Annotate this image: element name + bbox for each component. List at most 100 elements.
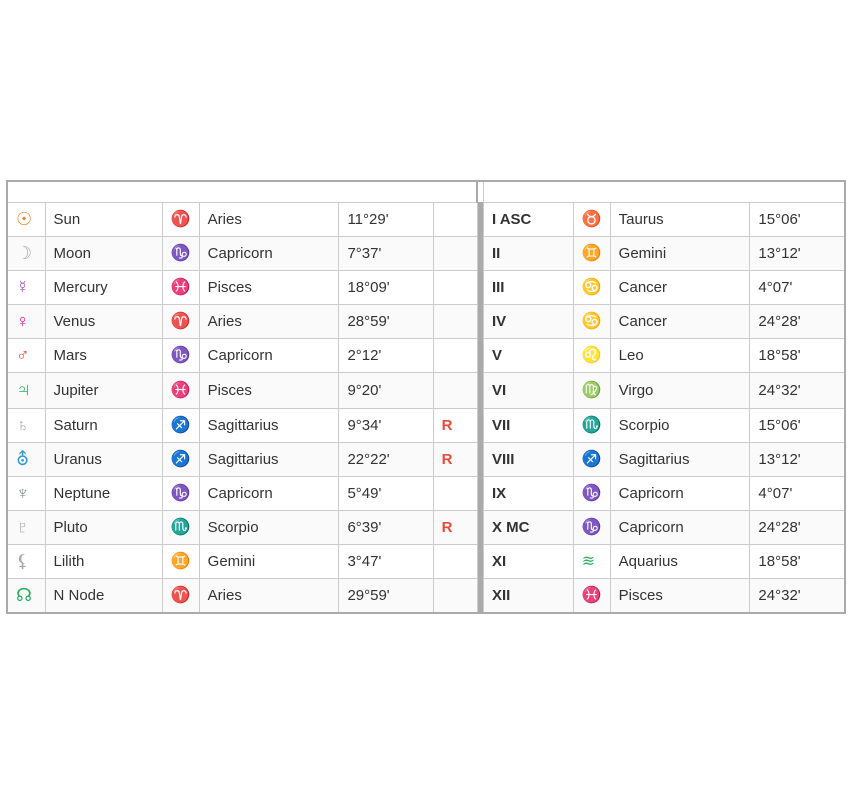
house-number: VIII bbox=[483, 442, 573, 476]
planet-name: Neptune bbox=[45, 476, 162, 510]
planet-degree: 2°12' bbox=[339, 338, 433, 372]
house-sign-name: Scorpio bbox=[610, 408, 750, 442]
planet-name: Uranus bbox=[45, 442, 162, 476]
planet-symbol-cell: ♆ bbox=[7, 476, 45, 510]
retro-indicator bbox=[433, 304, 477, 338]
planet-sign-name: Scorpio bbox=[199, 510, 339, 544]
house-sign-name: Aquarius bbox=[610, 544, 750, 578]
planet-sign-name: Aries bbox=[199, 578, 339, 613]
planet-sign-symbol: ♊ bbox=[171, 553, 191, 570]
house-sign-name: Cancer bbox=[610, 304, 750, 338]
planet-symbol-cell: ⚸ bbox=[7, 544, 45, 578]
planet-degree: 22°22' bbox=[339, 442, 433, 476]
planet-sign-symbol: ♓ bbox=[171, 279, 191, 296]
house-number: VI bbox=[483, 372, 573, 408]
house-sign-symbol: ≋ bbox=[582, 553, 595, 570]
planet-sign-symbol: ♐ bbox=[171, 417, 191, 434]
house-degree: 24°28' bbox=[750, 510, 845, 544]
planet-sign-symbol-cell: ♊ bbox=[162, 544, 199, 578]
house-degree: 13°12' bbox=[750, 442, 845, 476]
house-number: IX bbox=[483, 476, 573, 510]
house-sign-name: Cancer bbox=[610, 270, 750, 304]
house-sign-symbol: ♓ bbox=[582, 587, 602, 604]
retro-indicator: R bbox=[433, 510, 477, 544]
planet-symbol: ♂ bbox=[16, 345, 30, 365]
house-sign-symbol-cell: ♍ bbox=[573, 372, 610, 408]
house-sign-symbol-cell: ♊ bbox=[573, 236, 610, 270]
house-sign-symbol: ♌ bbox=[582, 347, 602, 364]
house-sign-name: Leo bbox=[610, 338, 750, 372]
planet-symbol-cell: ♀ bbox=[7, 304, 45, 338]
planet-sign-symbol-cell: ♐ bbox=[162, 442, 199, 476]
house-degree: 24°32' bbox=[750, 578, 845, 613]
house-sign-symbol-cell: ♉ bbox=[573, 202, 610, 236]
house-sign-name: Virgo bbox=[610, 372, 750, 408]
house-sign-name: Capricorn bbox=[610, 476, 750, 510]
planet-degree: 5°49' bbox=[339, 476, 433, 510]
planet-degree: 18°09' bbox=[339, 270, 433, 304]
retro-indicator bbox=[433, 544, 477, 578]
house-sign-name: Gemini bbox=[610, 236, 750, 270]
planet-symbol-cell: ☽ bbox=[7, 236, 45, 270]
retro-indicator bbox=[433, 270, 477, 304]
planet-name: Mars bbox=[45, 338, 162, 372]
planet-sign-name: Sagittarius bbox=[199, 408, 339, 442]
planet-symbol: ☿ bbox=[16, 277, 30, 297]
planet-symbol: ♇ bbox=[16, 517, 30, 537]
retro-indicator bbox=[433, 372, 477, 408]
planet-sign-symbol: ♑ bbox=[171, 347, 191, 364]
planet-name: Pluto bbox=[45, 510, 162, 544]
house-sign-symbol-cell: ♑ bbox=[573, 510, 610, 544]
house-number: IV bbox=[483, 304, 573, 338]
astrology-table: ☉Sun♈Aries11°29'I ASC♉Taurus15°06'☽Moon♑… bbox=[6, 180, 846, 614]
house-number: III bbox=[483, 270, 573, 304]
planet-sign-symbol: ♈ bbox=[171, 313, 191, 330]
retro-indicator bbox=[433, 338, 477, 372]
house-sign-symbol-cell: ≋ bbox=[573, 544, 610, 578]
planet-symbol: ⛢ bbox=[16, 449, 29, 469]
house-number: VII bbox=[483, 408, 573, 442]
house-degree: 15°06' bbox=[750, 408, 845, 442]
planet-name: Moon bbox=[45, 236, 162, 270]
planet-sign-symbol-cell: ♑ bbox=[162, 338, 199, 372]
planet-symbol-cell: ♂ bbox=[7, 338, 45, 372]
planet-sign-symbol-cell: ♑ bbox=[162, 476, 199, 510]
planet-degree: 9°34' bbox=[339, 408, 433, 442]
house-sign-symbol: ♍ bbox=[582, 382, 602, 399]
planet-name: Jupiter bbox=[45, 372, 162, 408]
retro-indicator: R bbox=[433, 408, 477, 442]
planet-symbol-cell: ⛢ bbox=[7, 442, 45, 476]
house-sign-symbol-cell: ♑ bbox=[573, 476, 610, 510]
planet-name: Saturn bbox=[45, 408, 162, 442]
planet-symbol-cell: ☉ bbox=[7, 202, 45, 236]
retro-indicator bbox=[433, 236, 477, 270]
planet-sign-symbol-cell: ♓ bbox=[162, 372, 199, 408]
planet-symbol: ♀ bbox=[16, 311, 30, 331]
planet-symbol: ♄ bbox=[16, 415, 30, 435]
planet-sign-symbol: ♈ bbox=[171, 587, 191, 604]
retro-indicator: R bbox=[433, 442, 477, 476]
house-sign-name: Sagittarius bbox=[610, 442, 750, 476]
planet-name: Lilith bbox=[45, 544, 162, 578]
house-degree: 24°32' bbox=[750, 372, 845, 408]
house-number: XII bbox=[483, 578, 573, 613]
house-sign-symbol-cell: ♐ bbox=[573, 442, 610, 476]
house-degree: 15°06' bbox=[750, 202, 845, 236]
planet-sign-name: Aries bbox=[199, 202, 339, 236]
planet-degree: 6°39' bbox=[339, 510, 433, 544]
house-degree: 4°07' bbox=[750, 270, 845, 304]
planet-degree: 3°47' bbox=[339, 544, 433, 578]
planet-degree: 11°29' bbox=[339, 202, 433, 236]
planet-sign-symbol-cell: ♓ bbox=[162, 270, 199, 304]
house-degree: 18°58' bbox=[750, 544, 845, 578]
house-degree: 24°28' bbox=[750, 304, 845, 338]
planet-sign-symbol-cell: ♐ bbox=[162, 408, 199, 442]
house-number: I ASC bbox=[483, 202, 573, 236]
planet-sign-name: Aries bbox=[199, 304, 339, 338]
planet-sign-symbol: ♓ bbox=[171, 382, 191, 399]
planet-symbol: ♃ bbox=[16, 379, 31, 401]
retro-indicator bbox=[433, 578, 477, 613]
planet-sign-symbol-cell: ♈ bbox=[162, 304, 199, 338]
house-sign-symbol: ♋ bbox=[582, 279, 602, 296]
house-sign-symbol: ♑ bbox=[582, 485, 602, 502]
